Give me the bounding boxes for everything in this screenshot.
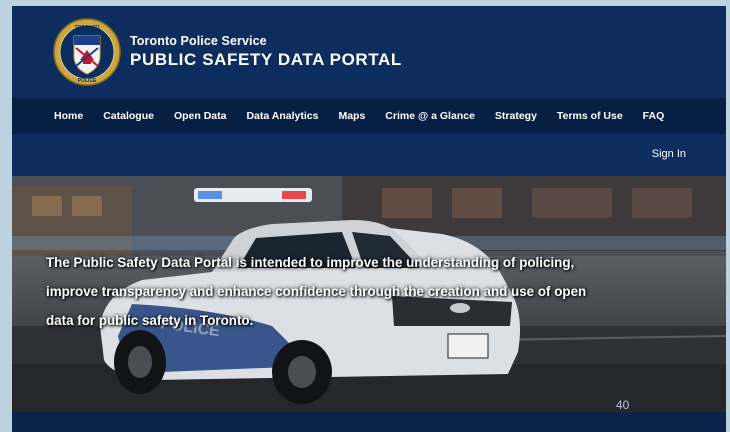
- police-crest-logo[interactable]: TORONTO POLICE: [52, 14, 122, 90]
- sign-in-link[interactable]: Sign In: [652, 148, 686, 160]
- hero-line-2: improve transparency and enhance confide…: [46, 284, 587, 299]
- nav-item-maps[interactable]: Maps: [338, 110, 365, 122]
- account-bar: Sign In: [12, 134, 726, 176]
- nav-item-catalogue[interactable]: Catalogue: [103, 110, 154, 122]
- nav-item-home[interactable]: Home: [54, 110, 83, 122]
- hero-banner: POLICE The Public Safety Data Portal is …: [12, 176, 726, 412]
- brand-block[interactable]: Toronto Police Service PUBLIC SAFETY DAT…: [130, 34, 402, 70]
- portal-title: PUBLIC SAFETY DATA PORTAL: [130, 50, 402, 69]
- portal-frame: TORONTO POLICE Toronto Police Service PU…: [12, 6, 726, 432]
- main-nav: Home Catalogue Open Data Data Analytics …: [12, 98, 726, 134]
- hero-description: The Public Safety Data Portal is intende…: [46, 248, 714, 335]
- nav-item-faq[interactable]: FAQ: [643, 110, 665, 122]
- nav-item-data-analytics[interactable]: Data Analytics: [246, 110, 318, 122]
- nav-item-terms-of-use[interactable]: Terms of Use: [557, 110, 623, 122]
- nav-item-crime-at-a-glance[interactable]: Crime @ a Glance: [385, 110, 475, 122]
- hero-line-1: The Public Safety Data Portal is intende…: [46, 255, 575, 270]
- nav-item-open-data[interactable]: Open Data: [174, 110, 227, 122]
- slide-page-number: 40: [616, 398, 630, 412]
- nav-item-strategy[interactable]: Strategy: [495, 110, 537, 122]
- crest-text-top: TORONTO: [75, 25, 100, 31]
- org-name: Toronto Police Service: [130, 34, 267, 48]
- footer-strip: [12, 412, 726, 432]
- crest-text-bottom: POLICE: [78, 78, 97, 84]
- site-header: TORONTO POLICE Toronto Police Service PU…: [12, 6, 726, 98]
- hero-line-3: data for public safety in Toronto.: [46, 313, 254, 328]
